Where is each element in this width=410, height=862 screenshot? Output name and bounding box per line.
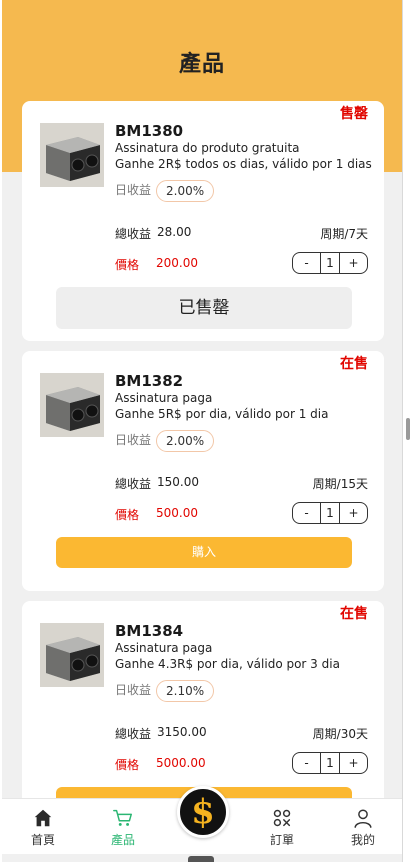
miner-icon: [40, 623, 104, 687]
miner-icon: [40, 123, 104, 187]
quantity-stepper: - 1 +: [292, 502, 368, 524]
total-yield-label: 總收益: [115, 477, 152, 491]
period-label: 周期/15天: [312, 477, 368, 491]
increment-button[interactable]: +: [340, 503, 367, 523]
period-label: 周期/30天: [312, 727, 368, 741]
nav-label-profile: 我的: [350, 833, 375, 847]
scrollbar-thumb[interactable]: [406, 418, 410, 440]
total-yield-value: 150.00: [157, 475, 199, 489]
miner-icon: [40, 373, 104, 437]
dollar-icon: $: [191, 792, 215, 832]
product-subtitle: Assinatura paga: [115, 641, 213, 655]
product-name: BM1384: [115, 622, 184, 640]
quantity-field[interactable]: 1: [320, 753, 340, 773]
status-badge: 在售: [340, 606, 368, 622]
product-description: Ganhe 2R$ todos os dias, válido por 1 di…: [115, 157, 372, 171]
buy-button[interactable]: 購入: [56, 537, 352, 568]
orders-icon: [273, 809, 291, 827]
product-image: [40, 123, 104, 187]
daily-yield-label: 日收益: [115, 683, 152, 697]
cart-icon: [113, 809, 132, 826]
total-yield-value: 28.00: [157, 225, 192, 239]
product-image: [40, 623, 104, 687]
nav-label-orders: 訂單: [269, 833, 294, 847]
daily-yield-badge: 2.10%: [156, 680, 215, 702]
daily-yield-label: 日收益: [115, 433, 152, 447]
daily-yield-badge: 2.00%: [156, 430, 215, 452]
status-badge: 售罄: [340, 106, 368, 122]
product-card: 售罄 BM1380 Assinatura do produto gratuita…: [22, 101, 384, 341]
decrement-button[interactable]: -: [293, 503, 320, 523]
nav-label-home: 首頁: [30, 833, 55, 847]
total-yield-value: 3150.00: [157, 725, 207, 739]
home-indicator: [188, 856, 214, 862]
product-description: Ganhe 5R$ por dia, válido por 1 dia: [115, 407, 329, 421]
price-value: 200.00: [156, 256, 198, 270]
price-value: 5000.00: [156, 756, 206, 770]
nav-label-products: 產品: [110, 833, 135, 847]
window-divider: [402, 0, 403, 862]
product-subtitle: Assinatura paga: [115, 391, 213, 405]
daily-yield-label: 日收益: [115, 183, 152, 197]
increment-button[interactable]: +: [340, 253, 367, 273]
nav-item-profile[interactable]: 我的: [333, 807, 393, 848]
product-description: Ganhe 4.3R$ por dia, válido por 3 dia: [115, 657, 340, 671]
nav-item-home[interactable]: 首頁: [13, 807, 73, 848]
quantity-stepper: - 1 +: [292, 752, 368, 774]
product-subtitle: Assinatura do produto gratuita: [115, 141, 300, 155]
quantity-field[interactable]: 1: [320, 253, 340, 273]
status-badge: 在售: [340, 356, 368, 372]
nav-item-products[interactable]: 產品: [93, 807, 153, 848]
product-name: BM1380: [115, 122, 184, 140]
product-name: BM1382: [115, 372, 184, 390]
home-icon: [34, 809, 52, 827]
total-yield-label: 總收益: [115, 727, 152, 741]
period-label: 周期/7天: [320, 227, 368, 241]
nav-item-orders[interactable]: 訂單: [252, 807, 312, 848]
price-value: 500.00: [156, 506, 198, 520]
sold-out-button[interactable]: 已售罄: [56, 287, 352, 329]
price-label: 價格: [115, 758, 140, 772]
total-yield-label: 總收益: [115, 227, 152, 241]
product-image: [40, 373, 104, 437]
app-screen: 產品 售罄 BM1380 Assinatura do produto gratu…: [2, 0, 402, 862]
page-title: 產品: [178, 52, 225, 77]
product-card: 在售 BM1382 Assinatura paga Ganhe 5R$ por …: [22, 351, 384, 591]
increment-button[interactable]: +: [340, 753, 367, 773]
center-coin-button[interactable]: $: [177, 786, 229, 838]
quantity-field[interactable]: 1: [320, 503, 340, 523]
decrement-button[interactable]: -: [293, 753, 320, 773]
user-icon: [354, 809, 372, 828]
daily-yield-badge: 2.00%: [156, 180, 215, 202]
decrement-button[interactable]: -: [293, 253, 320, 273]
price-label: 價格: [115, 508, 140, 522]
quantity-stepper: - 1 +: [292, 252, 368, 274]
price-label: 價格: [115, 258, 140, 272]
